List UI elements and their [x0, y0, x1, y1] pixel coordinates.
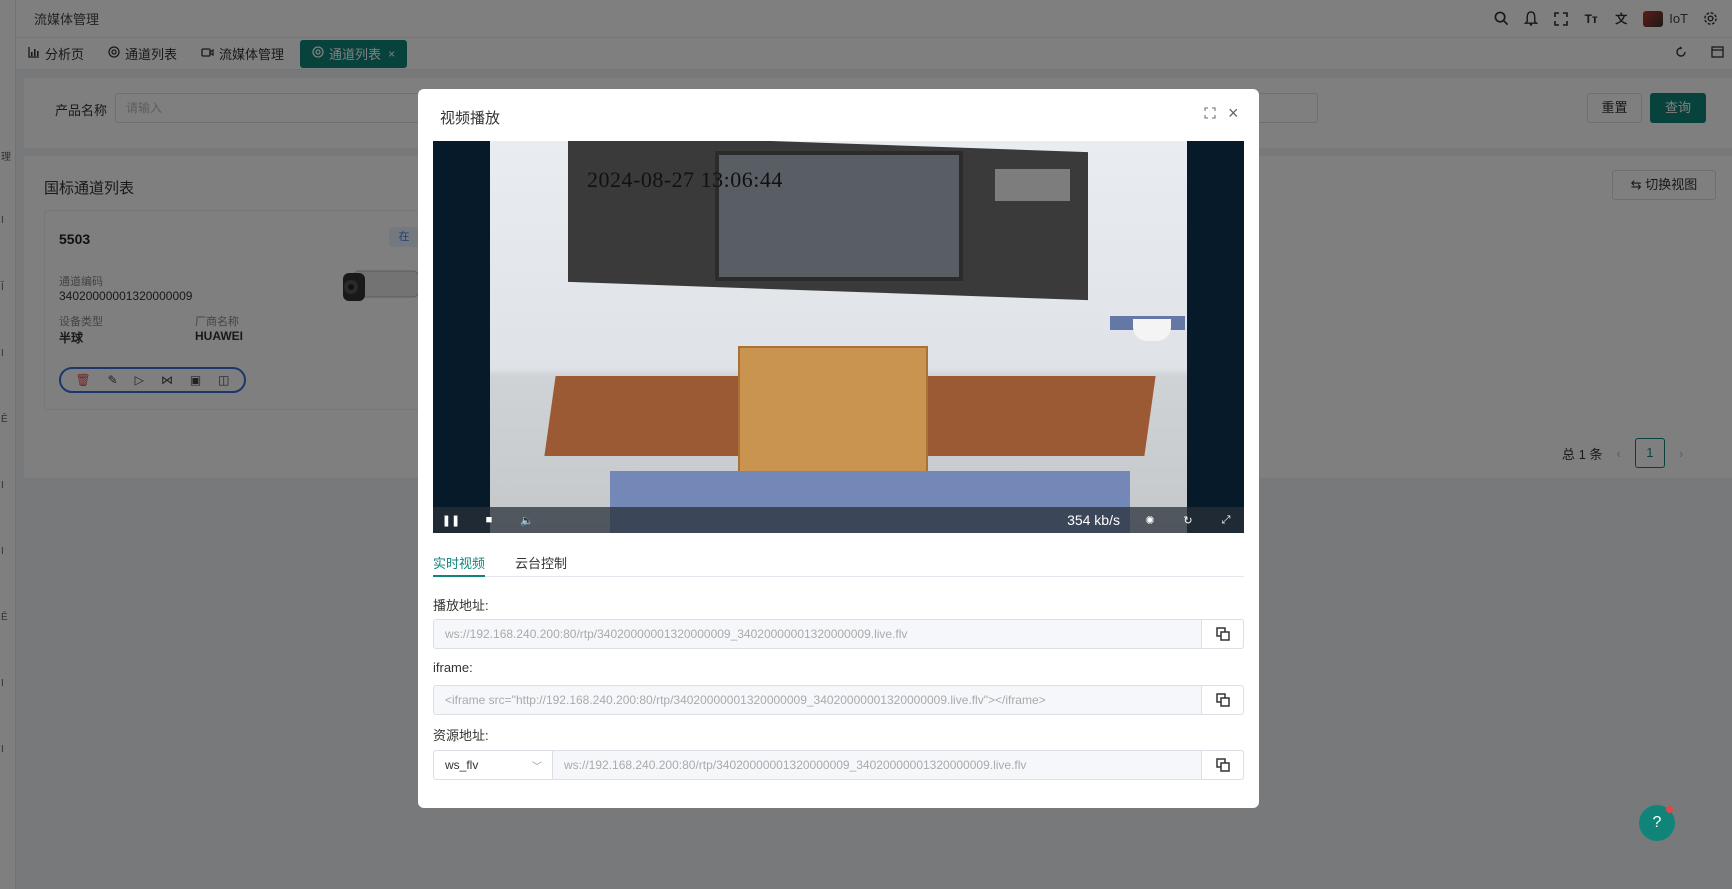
resource-url-field: ws_flv ﹀ ws://192.168.240.200:80/rtp/340… — [433, 750, 1244, 780]
video-player[interactable]: 2024-08-27 13:06:44 ❚❚ ■ 🔈 354 kb/s ✺ ↻ … — [433, 141, 1244, 533]
format-select-value: ws_flv — [445, 758, 479, 772]
dialog-tabs: 实时视频 云台控制 — [433, 545, 1244, 577]
copy-icon[interactable] — [1201, 620, 1243, 648]
format-select[interactable]: ws_flv ﹀ — [434, 751, 553, 779]
help-button[interactable]: ? — [1639, 805, 1675, 841]
play-url-input[interactable]: ws://192.168.240.200:80/rtp/340200000013… — [434, 627, 1201, 641]
fullscreen-icon[interactable]: ⤢ — [1216, 514, 1236, 527]
basin — [1133, 319, 1171, 341]
screenshot-icon[interactable]: ✺ — [1140, 514, 1160, 527]
reload-icon[interactable]: ↻ — [1178, 514, 1198, 527]
tab-live-video[interactable]: 实时视频 — [433, 553, 485, 572]
tab-ptz-control[interactable]: 云台控制 — [515, 553, 567, 572]
stop-icon[interactable]: ■ — [479, 514, 499, 526]
play-url-label: 播放地址: — [433, 598, 489, 613]
play-url-field: ws://192.168.240.200:80/rtp/340200000013… — [433, 619, 1244, 649]
resource-url-label: 资源地址: — [433, 728, 489, 743]
chevron-down-icon: ﹀ — [532, 761, 542, 773]
close-icon[interactable]: × — [1228, 103, 1239, 124]
blurred-region — [995, 169, 1070, 201]
pause-icon[interactable]: ❚❚ — [441, 514, 461, 527]
iframe-label: iframe: — [433, 660, 473, 675]
tab-indicator — [433, 575, 485, 577]
notification-dot — [1666, 806, 1673, 813]
video-frame: 2024-08-27 13:06:44 — [490, 141, 1187, 533]
volume-icon[interactable]: 🔈 — [517, 514, 537, 527]
copy-icon[interactable] — [1201, 751, 1243, 779]
player-controls: ❚❚ ■ 🔈 354 kb/s ✺ ↻ ⤢ — [433, 507, 1244, 533]
bitrate: 354 kb/s — [1067, 512, 1120, 528]
dialog-title: 视频播放 — [440, 110, 501, 127]
iframe-field: <iframe src="http://192.168.240.200:80/r… — [433, 685, 1244, 715]
resource-url-input[interactable]: ws://192.168.240.200:80/rtp/340200000013… — [553, 758, 1201, 772]
video-timestamp: 2024-08-27 13:06:44 — [587, 167, 783, 192]
expand-icon[interactable] — [1204, 107, 1216, 122]
question-icon: ? — [1652, 814, 1662, 831]
copy-icon[interactable] — [1201, 686, 1243, 714]
iframe-input[interactable]: <iframe src="http://192.168.240.200:80/r… — [434, 693, 1201, 707]
video-play-dialog: 视频播放 × 2024-08-27 13:06:44 ❚❚ ■ 🔈 354 kb… — [418, 89, 1259, 808]
